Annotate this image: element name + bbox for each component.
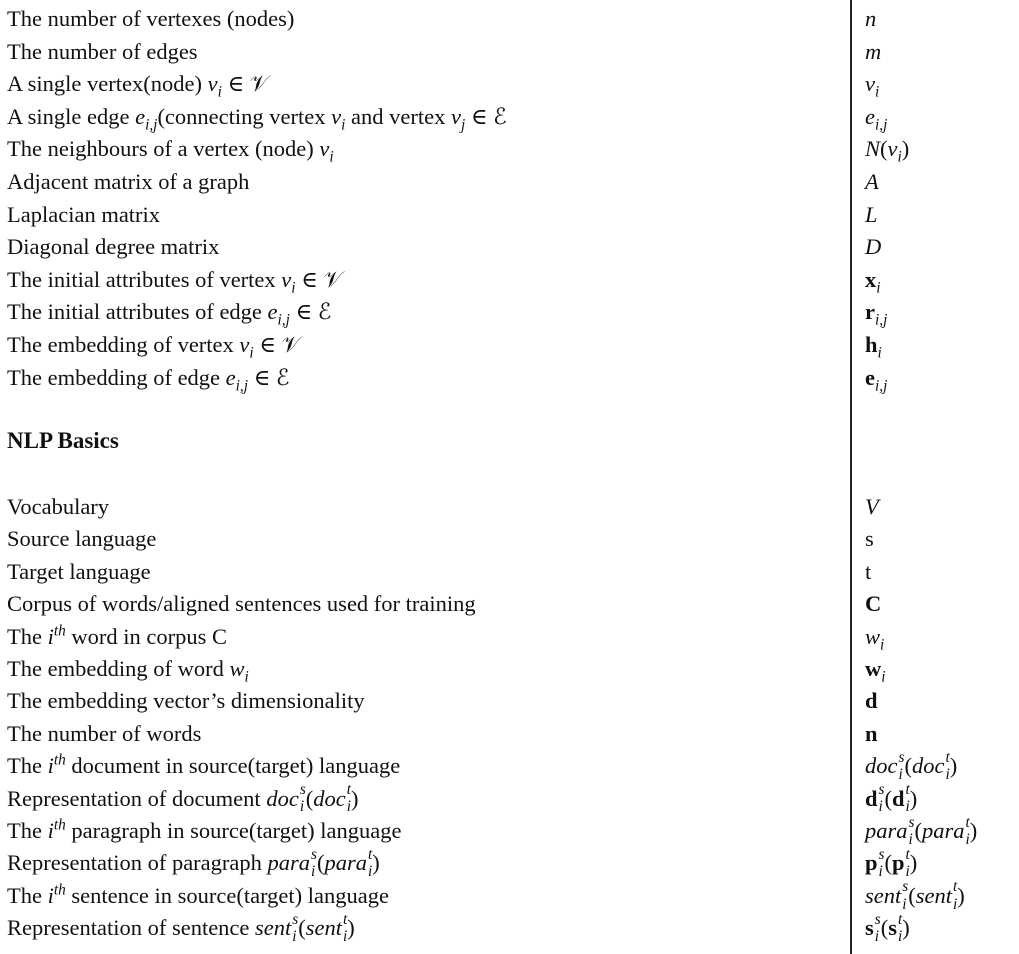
row-description: The number of words [7,720,202,746]
table-row: Target language t [0,556,1019,588]
row-symbol: vi [865,71,880,101]
row-description: The embedding vector’s dimensionality [7,688,365,714]
section-heading: NLP Basics [7,428,119,453]
row-description: The embedding of vertex vi ∈ 𝒱 [7,332,301,362]
row-symbol: D [865,234,882,260]
table-row: Source language s [0,523,1019,555]
row-symbol: n [865,6,877,31]
table-row: The initial attributes of edge ei,j ∈ ℰ r… [0,296,1019,328]
table-row: Representation of sentence sent s i (sent t i… [0,910,1019,946]
row-symbol: V [865,494,879,519]
row-description: A single edge ei,j(connecting vertex vi … [7,103,507,134]
row-symbol: s s i (s t i) [865,910,910,946]
row-symbol: N(vi) [865,136,910,166]
row-description: The ith document in source(target) langu… [7,751,401,779]
table-row: The neighbours of a vertex (node) vi N(vi… [0,133,1019,165]
row-symbol: xi [865,266,881,297]
row-description: Corpus of words/aligned sentences used f… [7,591,476,617]
row-symbol: sent s i (sent t i) [865,878,965,913]
row-symbol: A [865,169,879,194]
table-row: Corpus of words/aligned sentences used f… [0,588,1019,620]
row-symbol: d [865,688,878,714]
row-description: The embedding of word wi [7,656,249,686]
row-description: Diagonal degree matrix [7,234,220,260]
table-row: The ith paragraph in source(target) lang… [0,813,1019,848]
table-row: Vocabulary V [0,491,1019,523]
row-symbol: p s i (p t i) [865,845,918,881]
row-description: Adjacent matrix of a graph [7,169,250,194]
row-description: The number of edges [7,38,198,64]
row-description: Representation of paragraph para s i (para t… [7,845,380,881]
row-symbol: para s i (para t i) [865,813,978,848]
row-symbol: n [865,720,878,746]
table-row: The embedding of word wi wi [0,653,1019,685]
table-row: The ith sentence in source(target) langu… [0,878,1019,913]
row-description: The initial attributes of edge ei,j ∈ ℰ [7,299,332,329]
row-description: A single vertex(node) vi ∈ 𝒱 [7,71,269,101]
row-symbol: hi [865,332,882,362]
row-description: Vocabulary [7,494,110,519]
row-description: The ith paragraph in source(target) lang… [7,816,402,843]
table-row: The number of edges m [0,36,1019,68]
table-row: Adjacent matrix of a graph A [0,166,1019,198]
row-symbol: ei,j [865,364,888,394]
row-description: The neighbours of a vertex (node) vi [7,136,334,166]
row-symbol: C [865,591,882,617]
table-row: The ith word in corpus C wi [0,621,1019,653]
row-symbol: s [865,526,874,552]
table-row: Laplacian matrix L [0,199,1019,231]
table-row: The ith document in source(target) langu… [0,748,1019,784]
row-description: Laplacian matrix [7,201,161,227]
row-description: The ith word in corpus C [7,622,228,649]
row-description: The initial attributes of vertex vi ∈ 𝒱 [7,266,343,297]
row-description: Target language [7,558,151,584]
table-row: Representation of document doc s i (doc t i) d… [0,781,1019,816]
row-description: Representation of document doc s i (doc t i) [7,781,359,816]
row-symbol: wi [865,656,886,686]
table-row: The initial attributes of vertex vi ∈ 𝒱 x… [0,264,1019,296]
row-description: Source language [7,526,157,552]
table-row: Representation of paragraph para s i (para t… [0,845,1019,881]
row-symbol: d s i (d t i) [865,781,918,816]
notation-table: The number of vertexes (nodes) n The numbe… [0,0,1019,954]
row-symbol: ei,j [865,103,888,134]
table-row: A single vertex(node) vi ∈ 𝒱 vi [0,68,1019,100]
row-symbol: ri,j [865,299,888,329]
row-description: The number of vertexes (nodes) [7,6,295,31]
table-row: A single edge ei,j(connecting vertex vi … [0,101,1019,133]
row-symbol: doc s i (doc t i) [865,748,958,784]
table-row: The embedding of vertex vi ∈ 𝒱 hi [0,329,1019,361]
row-symbol: wi [865,623,885,653]
table-row: The number of vertexes (nodes) n [0,3,1019,35]
row-description: The embedding of edge ei,j ∈ ℰ [7,364,290,394]
table-row: The number of words n [0,718,1019,750]
table-row: The embedding of edge ei,j ∈ ℰ ei,j [0,362,1019,394]
table-row: The embedding vector’s dimensionality d [0,685,1019,717]
row-description: The ith sentence in source(target) langu… [7,881,389,908]
table-row: Diagonal degree matrix D [0,231,1019,263]
row-symbol: L [865,201,878,227]
row-symbol: m [865,38,882,64]
row-description: Representation of sentence sent s i (sent t i… [7,910,355,946]
row-symbol: t [865,558,872,584]
